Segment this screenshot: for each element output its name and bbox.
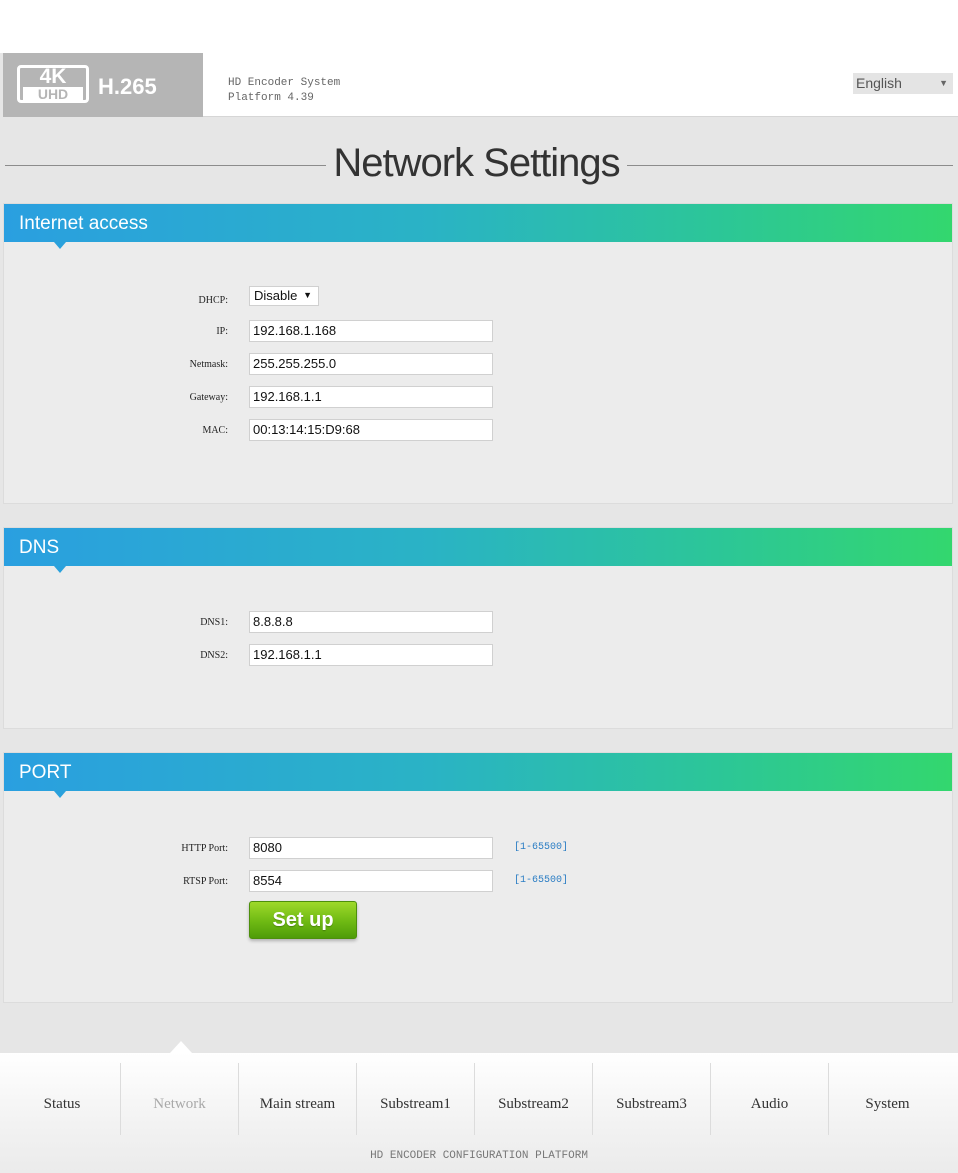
title-divider-right <box>627 165 953 166</box>
system-info: HD Encoder System Platform 4.39 <box>228 76 340 106</box>
logo-codec-text: H.265 <box>98 74 157 99</box>
system-name: HD Encoder System <box>228 77 341 89</box>
top-blank-bar <box>0 0 958 53</box>
gateway-label: Gateway: <box>189 392 228 403</box>
header-notch <box>54 566 66 573</box>
header: 4K UHD H.265 HD Encoder System Platform … <box>3 53 958 117</box>
rtsp-port-input[interactable]: 8554 <box>249 870 493 892</box>
dns2-input[interactable]: 192.168.1.1 <box>249 644 493 666</box>
nav-status[interactable]: Status <box>3 1063 121 1135</box>
gateway-input[interactable]: 192.168.1.1 <box>249 386 493 408</box>
rtsp-port-range: [1-65500] <box>514 875 569 886</box>
page-title: Network Settings <box>333 141 620 185</box>
chevron-down-icon: ▼ <box>303 290 312 300</box>
section-header: PORT <box>4 753 952 798</box>
mac-input[interactable]: 00:13:14:15:D9:68 <box>249 419 493 441</box>
nav-substream3[interactable]: Substream3 <box>592 1063 710 1135</box>
active-nav-pointer <box>170 1041 192 1053</box>
port-section: PORT HTTP Port: 8080 [1-65500] RTSP Port… <box>3 752 953 1003</box>
page-title-bar: Network Settings <box>5 140 953 190</box>
netmask-label: Netmask: <box>189 359 228 370</box>
ip-row: IP: 192.168.1.168 <box>4 320 954 342</box>
logo-uhd-text: UHD <box>23 87 83 101</box>
rtsp-port-label: RTSP Port: <box>183 876 228 887</box>
dns2-row: DNS2: 192.168.1.1 <box>4 644 954 666</box>
section-title: PORT <box>19 762 72 783</box>
header-notch <box>54 242 66 249</box>
ip-input[interactable]: 192.168.1.168 <box>249 320 493 342</box>
nav-audio[interactable]: Audio <box>710 1063 828 1135</box>
nav-network[interactable]: Network <box>120 1063 238 1135</box>
mac-label: MAC: <box>202 425 228 436</box>
platform-version: Platform 4.39 <box>228 92 314 104</box>
footer-text: HD ENCODER CONFIGURATION PLATFORM <box>370 1150 588 1162</box>
http-port-label: HTTP Port: <box>181 843 228 854</box>
title-divider-left <box>5 165 326 166</box>
rtsp-port-row: RTSP Port: 8554 [1-65500] <box>4 870 954 892</box>
dns2-label: DNS2: <box>200 650 228 661</box>
nav-main-stream[interactable]: Main stream <box>238 1063 356 1135</box>
http-port-row: HTTP Port: 8080 [1-65500] <box>4 837 954 859</box>
dns-section: DNS DNS1: 8.8.8.8 DNS2: 192.168.1.1 <box>3 527 953 729</box>
http-port-input[interactable]: 8080 <box>249 837 493 859</box>
ip-label: IP: <box>216 326 228 337</box>
gateway-row: Gateway: 192.168.1.1 <box>4 386 954 408</box>
logo-4k-badge: 4K UHD <box>17 65 89 103</box>
section-title: DNS <box>19 537 60 558</box>
dhcp-label: DHCP: <box>198 295 228 306</box>
logo: 4K UHD H.265 <box>3 53 203 117</box>
dhcp-value: Disable <box>254 288 298 303</box>
logo-4k-text: 4K <box>39 65 67 88</box>
netmask-input[interactable]: 255.255.255.0 <box>249 353 493 375</box>
http-port-range: [1-65500] <box>514 842 569 853</box>
section-title: Internet access <box>19 213 148 234</box>
language-value: English <box>856 75 902 91</box>
nav-system[interactable]: System <box>828 1063 946 1135</box>
section-header: DNS <box>4 528 952 573</box>
section-header: Internet access <box>4 204 952 249</box>
netmask-row: Netmask: 255.255.255.0 <box>4 353 954 375</box>
nav-substream1[interactable]: Substream1 <box>356 1063 474 1135</box>
dhcp-row: DHCP: Disable ▼ <box>4 286 954 311</box>
dhcp-select[interactable]: Disable ▼ <box>249 286 319 306</box>
header-notch <box>54 791 66 798</box>
setup-button[interactable]: Set up <box>249 901 357 939</box>
dns1-input[interactable]: 8.8.8.8 <box>249 611 493 633</box>
dns1-label: DNS1: <box>200 617 228 628</box>
language-select[interactable]: English ▼ <box>853 73 953 94</box>
chevron-down-icon: ▼ <box>939 78 948 88</box>
nav-substream2[interactable]: Substream2 <box>474 1063 592 1135</box>
dns1-row: DNS1: 8.8.8.8 <box>4 611 954 633</box>
internet-access-section: Internet access DHCP: Disable ▼ IP: 192.… <box>3 203 953 504</box>
mac-row: MAC: 00:13:14:15:D9:68 <box>4 419 954 441</box>
